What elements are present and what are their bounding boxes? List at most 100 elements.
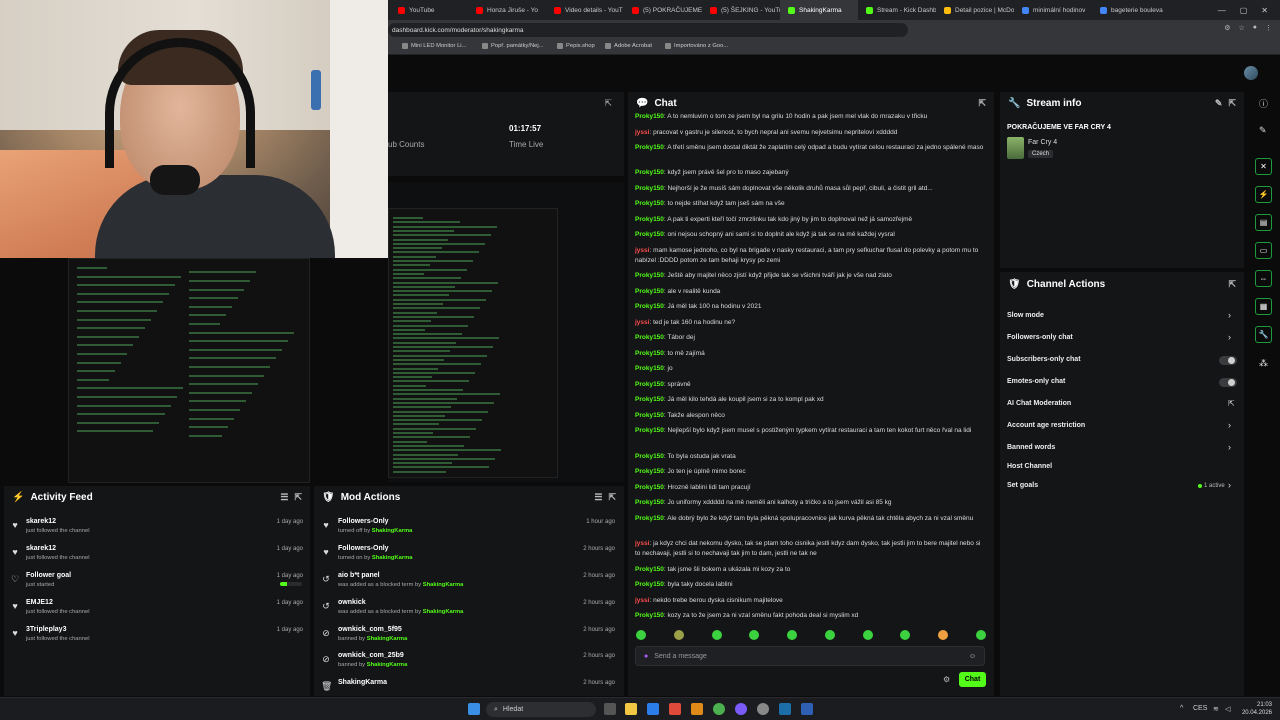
chat-username[interactable]: Proky150 bbox=[635, 288, 664, 295]
emote-icon[interactable] bbox=[673, 630, 684, 640]
chat-username[interactable]: Proky150 bbox=[635, 484, 664, 491]
browser-tab[interactable]: minimální hodinov bbox=[1014, 0, 1092, 20]
browser-tab[interactable]: (5) ŠEJKING - YouTu bbox=[702, 0, 780, 20]
close-icon[interactable]: ✕ bbox=[1261, 6, 1268, 15]
activity-name[interactable]: skarek12 bbox=[26, 545, 56, 552]
chat-input[interactable]: ● Send a message ☺ bbox=[635, 646, 985, 666]
menu-icon[interactable]: ⋮ bbox=[1265, 24, 1272, 32]
popout-icon[interactable]: ⇱ bbox=[294, 492, 302, 503]
rail-grid-icon[interactable]: ▦ bbox=[1255, 298, 1272, 315]
chat-username[interactable]: Proky150 bbox=[635, 581, 664, 588]
bookmark-item[interactable]: Mini LED Monitor Li... bbox=[402, 43, 466, 49]
bookmark-item[interactable]: Importováno z Goo... bbox=[665, 43, 728, 49]
obs-icon[interactable] bbox=[757, 703, 769, 715]
chat-username[interactable]: Proky150 bbox=[635, 185, 664, 192]
chat-username[interactable]: Proky150 bbox=[635, 169, 664, 176]
profile-icon[interactable]: ● bbox=[1253, 24, 1257, 32]
chat-username[interactable]: Proky150 bbox=[635, 396, 664, 403]
chat-username[interactable]: Proky150 bbox=[635, 427, 664, 434]
mod-action-actor[interactable]: ShakingKarma bbox=[367, 662, 408, 668]
browser-tab[interactable]: ShakingKarma bbox=[780, 0, 858, 20]
emote-icon[interactable] bbox=[938, 630, 949, 640]
edit-icon[interactable]: ✎ bbox=[1215, 98, 1223, 109]
bookmark-item[interactable]: Pepis.shop bbox=[557, 43, 595, 49]
browser-tab[interactable]: Honza Jiruše - Yo bbox=[468, 0, 546, 20]
chat-username[interactable]: Proky150 bbox=[635, 216, 664, 223]
activity-name[interactable]: skarek12 bbox=[26, 518, 56, 525]
volume-icon[interactable]: ◁ bbox=[1225, 705, 1230, 713]
channel-action-1[interactable]: Followers-only chat bbox=[1007, 334, 1073, 341]
maximize-icon[interactable]: ▢ bbox=[1240, 6, 1248, 15]
chat-username[interactable]: Proky150 bbox=[635, 499, 664, 506]
channel-action-8[interactable]: Set goals bbox=[1007, 482, 1038, 489]
chat-username[interactable]: Proky150 bbox=[635, 468, 664, 475]
mod-action-actor[interactable]: ShakingKarma bbox=[372, 528, 413, 534]
chat-username[interactable]: Proky150 bbox=[635, 453, 664, 460]
chat-username[interactable]: Proky150 bbox=[635, 350, 664, 357]
folder-icon[interactable] bbox=[691, 703, 703, 715]
minimize-icon[interactable]: — bbox=[1218, 6, 1226, 15]
chat-username[interactable]: jyssi bbox=[635, 597, 649, 604]
pencil-icon[interactable]: ✎ bbox=[1259, 125, 1267, 136]
browser-tab[interactable]: Stream - Kick Dashb bbox=[858, 0, 936, 20]
chat-username[interactable]: Proky150 bbox=[635, 412, 664, 419]
mod-action-target[interactable]: Followers-Only bbox=[338, 545, 389, 552]
mod-action-target[interactable]: ownkick_com_25b9 bbox=[338, 652, 404, 659]
bookmark-item[interactable]: Popř. památky/Nej... bbox=[482, 43, 544, 49]
chat-username[interactable]: Proky150 bbox=[635, 612, 664, 619]
mod-action-target[interactable]: ownkick bbox=[338, 599, 366, 606]
channel-action-4[interactable]: AI Chat Moderation bbox=[1007, 400, 1071, 407]
emote-icon[interactable] bbox=[824, 630, 835, 640]
chat-username[interactable]: Proky150 bbox=[635, 200, 664, 207]
chat-username[interactable]: Proky150 bbox=[635, 113, 664, 120]
emote-icon[interactable] bbox=[975, 630, 986, 640]
window-app-icon[interactable] bbox=[801, 703, 813, 715]
chat-username[interactable]: Proky150 bbox=[635, 144, 664, 151]
chevron-up-icon[interactable]: ^ bbox=[1180, 705, 1183, 712]
settings-cluster-icon[interactable]: ⁂ bbox=[1259, 358, 1268, 369]
chat-username[interactable]: Proky150 bbox=[635, 365, 664, 372]
mod-action-actor[interactable]: ShakingKarma bbox=[423, 609, 464, 615]
emote-icon[interactable] bbox=[636, 630, 646, 640]
channel-action-2[interactable]: Subscribers-only chat bbox=[1007, 356, 1081, 363]
steam-icon[interactable] bbox=[779, 703, 791, 715]
chevron-right-icon[interactable]: › bbox=[1228, 310, 1231, 320]
taskbar-search[interactable]: ⌕ Hledat bbox=[486, 702, 596, 717]
file-explorer-icon[interactable] bbox=[625, 703, 637, 715]
filter-icon[interactable]: ☰ bbox=[280, 492, 288, 503]
toggle-switch[interactable] bbox=[1219, 356, 1237, 365]
chat-username[interactable]: Proky150 bbox=[635, 566, 664, 573]
info-icon[interactable]: ⓘ bbox=[1259, 97, 1268, 110]
emote-icon[interactable] bbox=[749, 630, 760, 640]
channel-action-3[interactable]: Emotes-only chat bbox=[1007, 378, 1065, 385]
bookmark-item[interactable]: Adobe Acrobat bbox=[605, 43, 652, 49]
activity-name[interactable]: Follower goal bbox=[26, 572, 71, 579]
chevron-right-icon[interactable]: › bbox=[1228, 442, 1231, 452]
channel-action-6[interactable]: Banned words bbox=[1007, 444, 1055, 451]
popout-icon[interactable]: ⇱ bbox=[978, 98, 986, 109]
emote-icon[interactable] bbox=[900, 630, 911, 640]
chevron-right-icon[interactable]: › bbox=[1228, 420, 1231, 430]
chat-username[interactable]: jyssi bbox=[635, 129, 649, 136]
emote-icon[interactable] bbox=[862, 630, 873, 640]
browser-tab[interactable]: (5) POKRAČUJEME bbox=[624, 0, 702, 20]
browser-tab[interactable]: YouTube bbox=[390, 0, 468, 20]
chat-username[interactable]: Proky150 bbox=[635, 272, 664, 279]
external-link-icon[interactable]: ⇱ bbox=[1228, 399, 1235, 408]
emote-icon[interactable] bbox=[711, 630, 722, 640]
channel-action-5[interactable]: Account age restriction bbox=[1007, 422, 1085, 429]
mod-action-target[interactable]: ShakingKarma bbox=[338, 679, 387, 686]
extensions-icon[interactable]: ⚙ bbox=[1224, 24, 1230, 32]
chrome-icon[interactable] bbox=[713, 703, 725, 715]
activity-name[interactable]: 3Tripleplay3 bbox=[26, 626, 66, 633]
chat-username[interactable]: Proky150 bbox=[635, 515, 664, 522]
mod-action-target[interactable]: aio b*t panel bbox=[338, 572, 380, 579]
chat-username[interactable]: Proky150 bbox=[635, 303, 664, 310]
channel-action-7[interactable]: Host Channel bbox=[1007, 463, 1052, 470]
channel-action-0[interactable]: Slow mode bbox=[1007, 312, 1044, 319]
microphone-icon[interactable]: ● bbox=[644, 653, 648, 660]
wifi-icon[interactable]: ≋ bbox=[1213, 705, 1219, 713]
url-field[interactable]: dashboard.kick.com/moderator/shakingkarm… bbox=[388, 23, 908, 37]
browser-tab[interactable]: Detail pozice | McDo bbox=[936, 0, 1014, 20]
activity-name[interactable]: EMJE12 bbox=[26, 599, 53, 606]
